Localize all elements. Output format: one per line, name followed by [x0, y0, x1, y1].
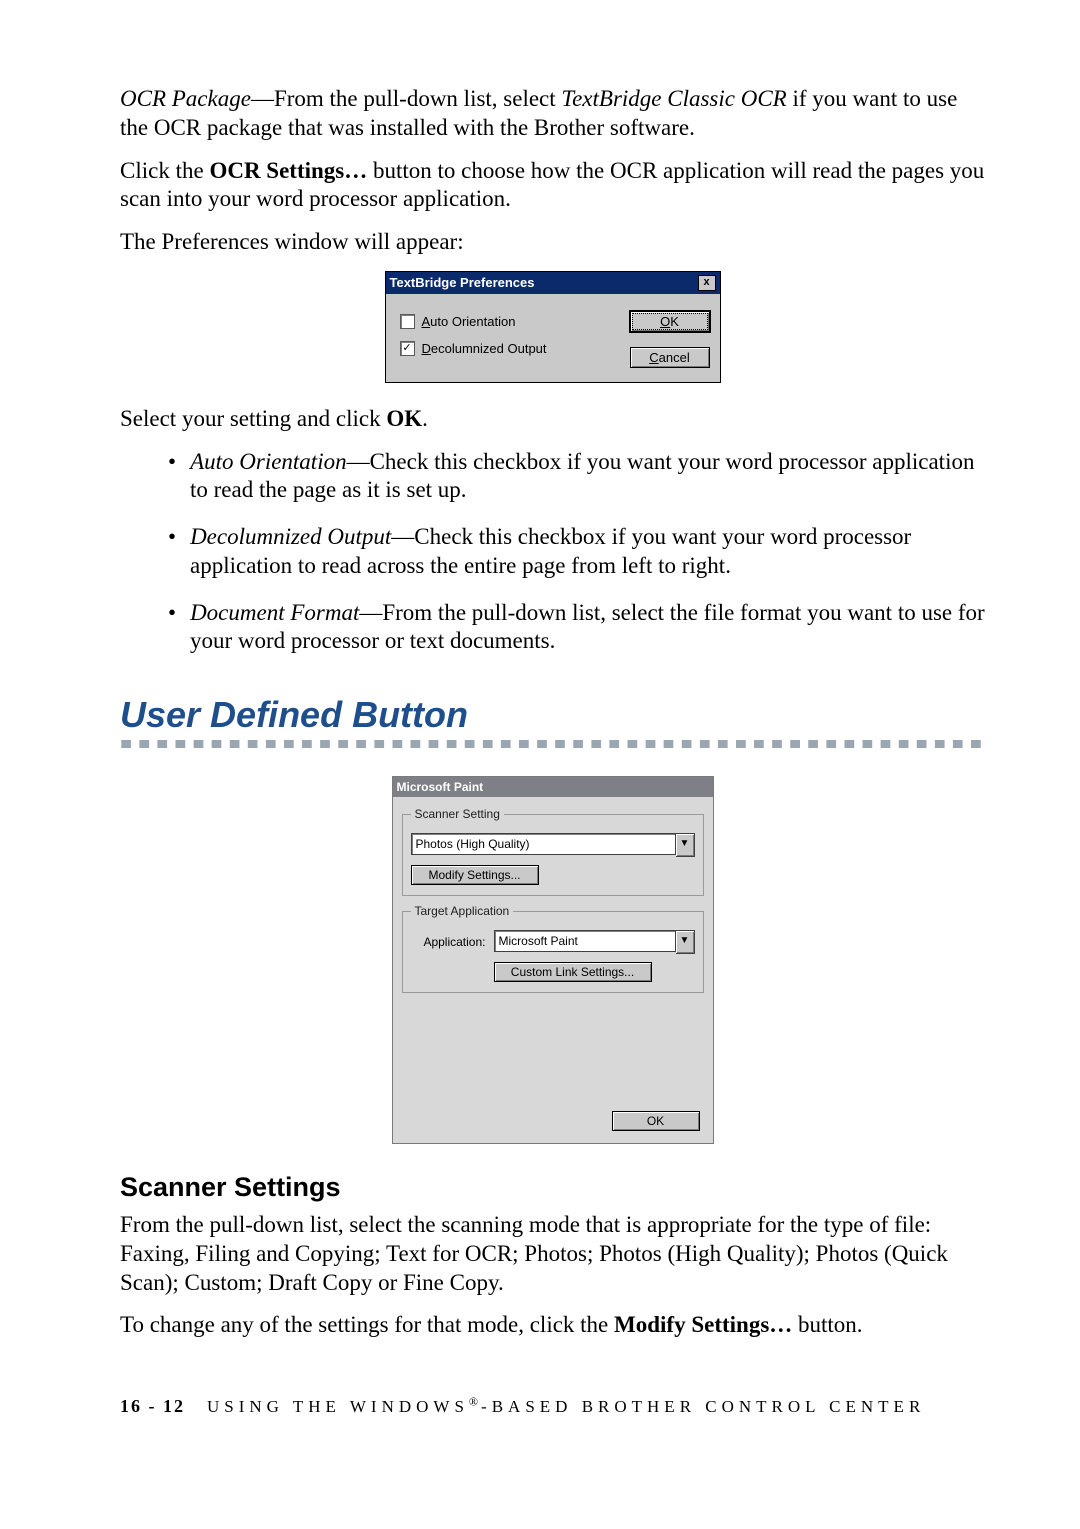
dialog-titlebar: Microsoft Paint: [393, 777, 713, 797]
decolumnized-output-row: ✓ Decolumnized Output: [400, 341, 604, 356]
target-application-legend: Target Application: [411, 904, 514, 918]
document-page: OCR Package—From the pull-down list, sel…: [0, 0, 1080, 1477]
scanner-setting-legend: Scanner Setting: [411, 807, 504, 821]
target-application-group: Target Application Application: Microsof…: [402, 904, 704, 993]
cancel-button[interactable]: Cancel: [630, 347, 710, 368]
textbridge-preferences-dialog: TextBridge Preferences x Auto Orientatio…: [385, 271, 721, 383]
dialog-spacer: [402, 1001, 704, 1111]
paragraph-ocr-package: OCR Package—From the pull-down list, sel…: [120, 85, 985, 143]
modify-settings-button[interactable]: Modify Settings...: [411, 865, 539, 885]
chevron-down-icon[interactable]: ▼: [676, 833, 695, 857]
section-divider: ■■■■■■■■■■■■■■■■■■■■■■■■■■■■■■■■■■■■■■■■…: [120, 740, 985, 748]
application-row: Application: Microsoft Paint ▼: [411, 930, 695, 954]
auto-orientation-checkbox[interactable]: [400, 314, 415, 329]
options-bullet-list: Auto Orientation—Check this checkbox if …: [120, 448, 985, 657]
page-number: 16 - 12: [120, 1396, 185, 1416]
decolumnized-output-label: Decolumnized Output: [422, 341, 547, 356]
dialog-title-text: TextBridge Preferences: [390, 275, 535, 290]
label-modify-settings: Modify Settings…: [614, 1312, 792, 1337]
paragraph-select-ok: Select your setting and click OK.: [120, 405, 985, 434]
custom-link-settings-button[interactable]: Custom Link Settings...: [494, 962, 652, 982]
heading-scanner-settings: Scanner Settings: [120, 1172, 985, 1203]
registered-icon: ®: [469, 1394, 481, 1408]
page-footer: 16 - 12 USING THE WINDOWS®-BASED BROTHER…: [120, 1354, 985, 1417]
heading-user-defined-button: User Defined Button: [120, 694, 985, 736]
paragraph-preferences-intro: The Preferences window will appear:: [120, 228, 985, 257]
bullet-document-format: Document Format—From the pull-down list,…: [120, 599, 985, 657]
auto-orientation-row: Auto Orientation: [400, 314, 604, 329]
dialog-body: Scanner Setting Photos (High Quality) ▼ …: [393, 797, 713, 1143]
paragraph-modify-settings: To change any of the settings for that m…: [120, 1311, 985, 1340]
decolumnized-output-checkbox[interactable]: ✓: [400, 341, 415, 356]
scanner-setting-group: Scanner Setting Photos (High Quality) ▼ …: [402, 807, 704, 896]
application-combo[interactable]: Microsoft Paint ▼: [494, 930, 695, 954]
label-ok: OK: [386, 406, 422, 431]
ok-button[interactable]: OK: [629, 310, 711, 333]
button-panel: OK Cancel: [634, 310, 706, 368]
dialog-body: Auto Orientation ✓ Decolumnized Output O…: [386, 294, 720, 382]
close-icon[interactable]: x: [698, 275, 716, 291]
auto-orientation-label: Auto Orientation: [422, 314, 516, 329]
microsoft-paint-dialog: Microsoft Paint Scanner Setting Photos (…: [392, 776, 714, 1144]
paragraph-ocr-settings: Click the OCR Settings… button to choose…: [120, 157, 985, 215]
ok-button[interactable]: OK: [612, 1111, 700, 1131]
custom-link-row: Custom Link Settings...: [411, 962, 695, 982]
ok-row: OK: [402, 1111, 704, 1135]
term-textbridge: TextBridge Classic OCR: [561, 86, 786, 111]
footer-chapter-title: USING THE WINDOWS®-BASED BROTHER CONTROL…: [207, 1397, 925, 1416]
term-ocr-package: OCR Package: [120, 86, 251, 111]
chevron-down-icon[interactable]: ▼: [676, 930, 695, 954]
dialog-title-text: Microsoft Paint: [397, 780, 484, 794]
options-panel: Auto Orientation ✓ Decolumnized Output: [400, 310, 604, 368]
scan-mode-combo[interactable]: Photos (High Quality) ▼: [411, 833, 695, 857]
scan-mode-value: Photos (High Quality): [411, 833, 676, 855]
paragraph-scanner-settings: From the pull-down list, select the scan…: [120, 1211, 985, 1297]
application-label: Application:: [411, 935, 486, 949]
label-ocr-settings: OCR Settings…: [209, 158, 367, 183]
bullet-auto-orientation: Auto Orientation—Check this checkbox if …: [120, 448, 985, 506]
dialog-titlebar: TextBridge Preferences x: [386, 272, 720, 294]
bullet-decolumnized-output: Decolumnized Output—Check this checkbox …: [120, 523, 985, 581]
application-value: Microsoft Paint: [494, 930, 676, 952]
